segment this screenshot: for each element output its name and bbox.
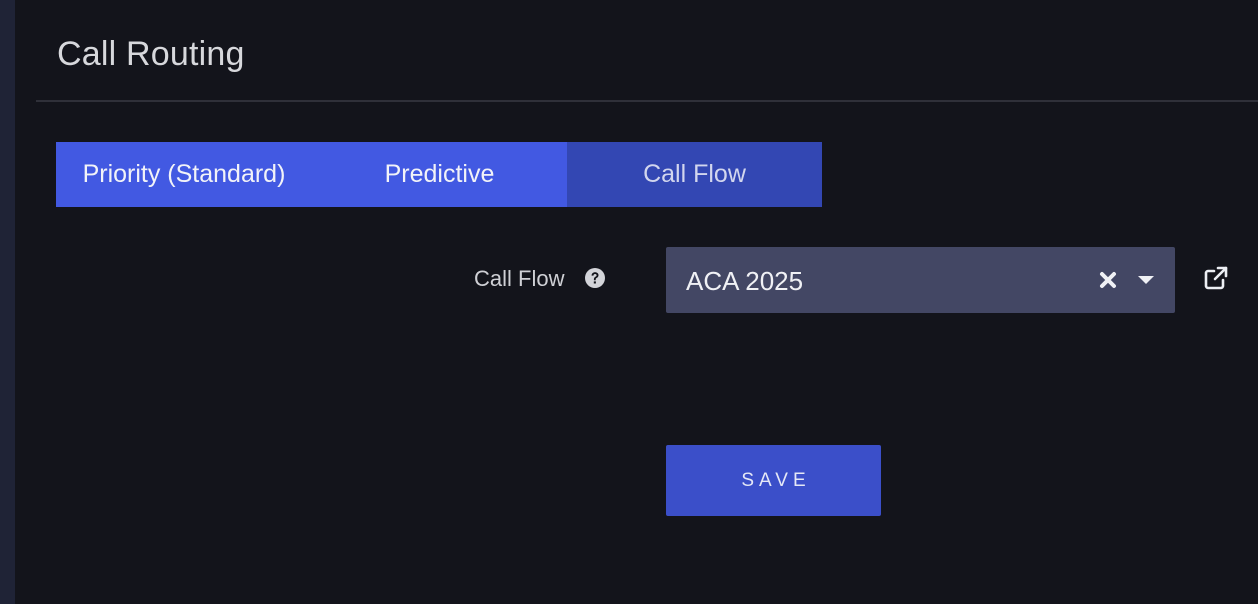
close-icon[interactable]: [1098, 270, 1118, 290]
external-link-icon[interactable]: [1203, 265, 1229, 291]
call-flow-select-value: ACA 2025: [686, 266, 804, 296]
call-flow-select[interactable]: ACA 2025: [666, 247, 1175, 313]
tab-predictive[interactable]: Predictive: [312, 142, 567, 207]
header-divider: [36, 100, 1258, 102]
call-flow-label: Call Flow: [474, 266, 565, 291]
routing-tabs: Priority (Standard) Predictive Call Flow: [56, 142, 822, 207]
left-rail: [0, 0, 15, 604]
tab-priority-standard[interactable]: Priority (Standard): [56, 142, 312, 207]
call-routing-panel: Call Routing Priority (Standard) Predict…: [0, 0, 1258, 604]
tab-call-flow[interactable]: Call Flow: [567, 142, 822, 207]
save-button[interactable]: SAVE: [666, 445, 881, 516]
question-circle-icon[interactable]: [584, 267, 606, 289]
chevron-down-icon[interactable]: [1136, 273, 1156, 287]
page-title: Call Routing: [57, 35, 245, 73]
